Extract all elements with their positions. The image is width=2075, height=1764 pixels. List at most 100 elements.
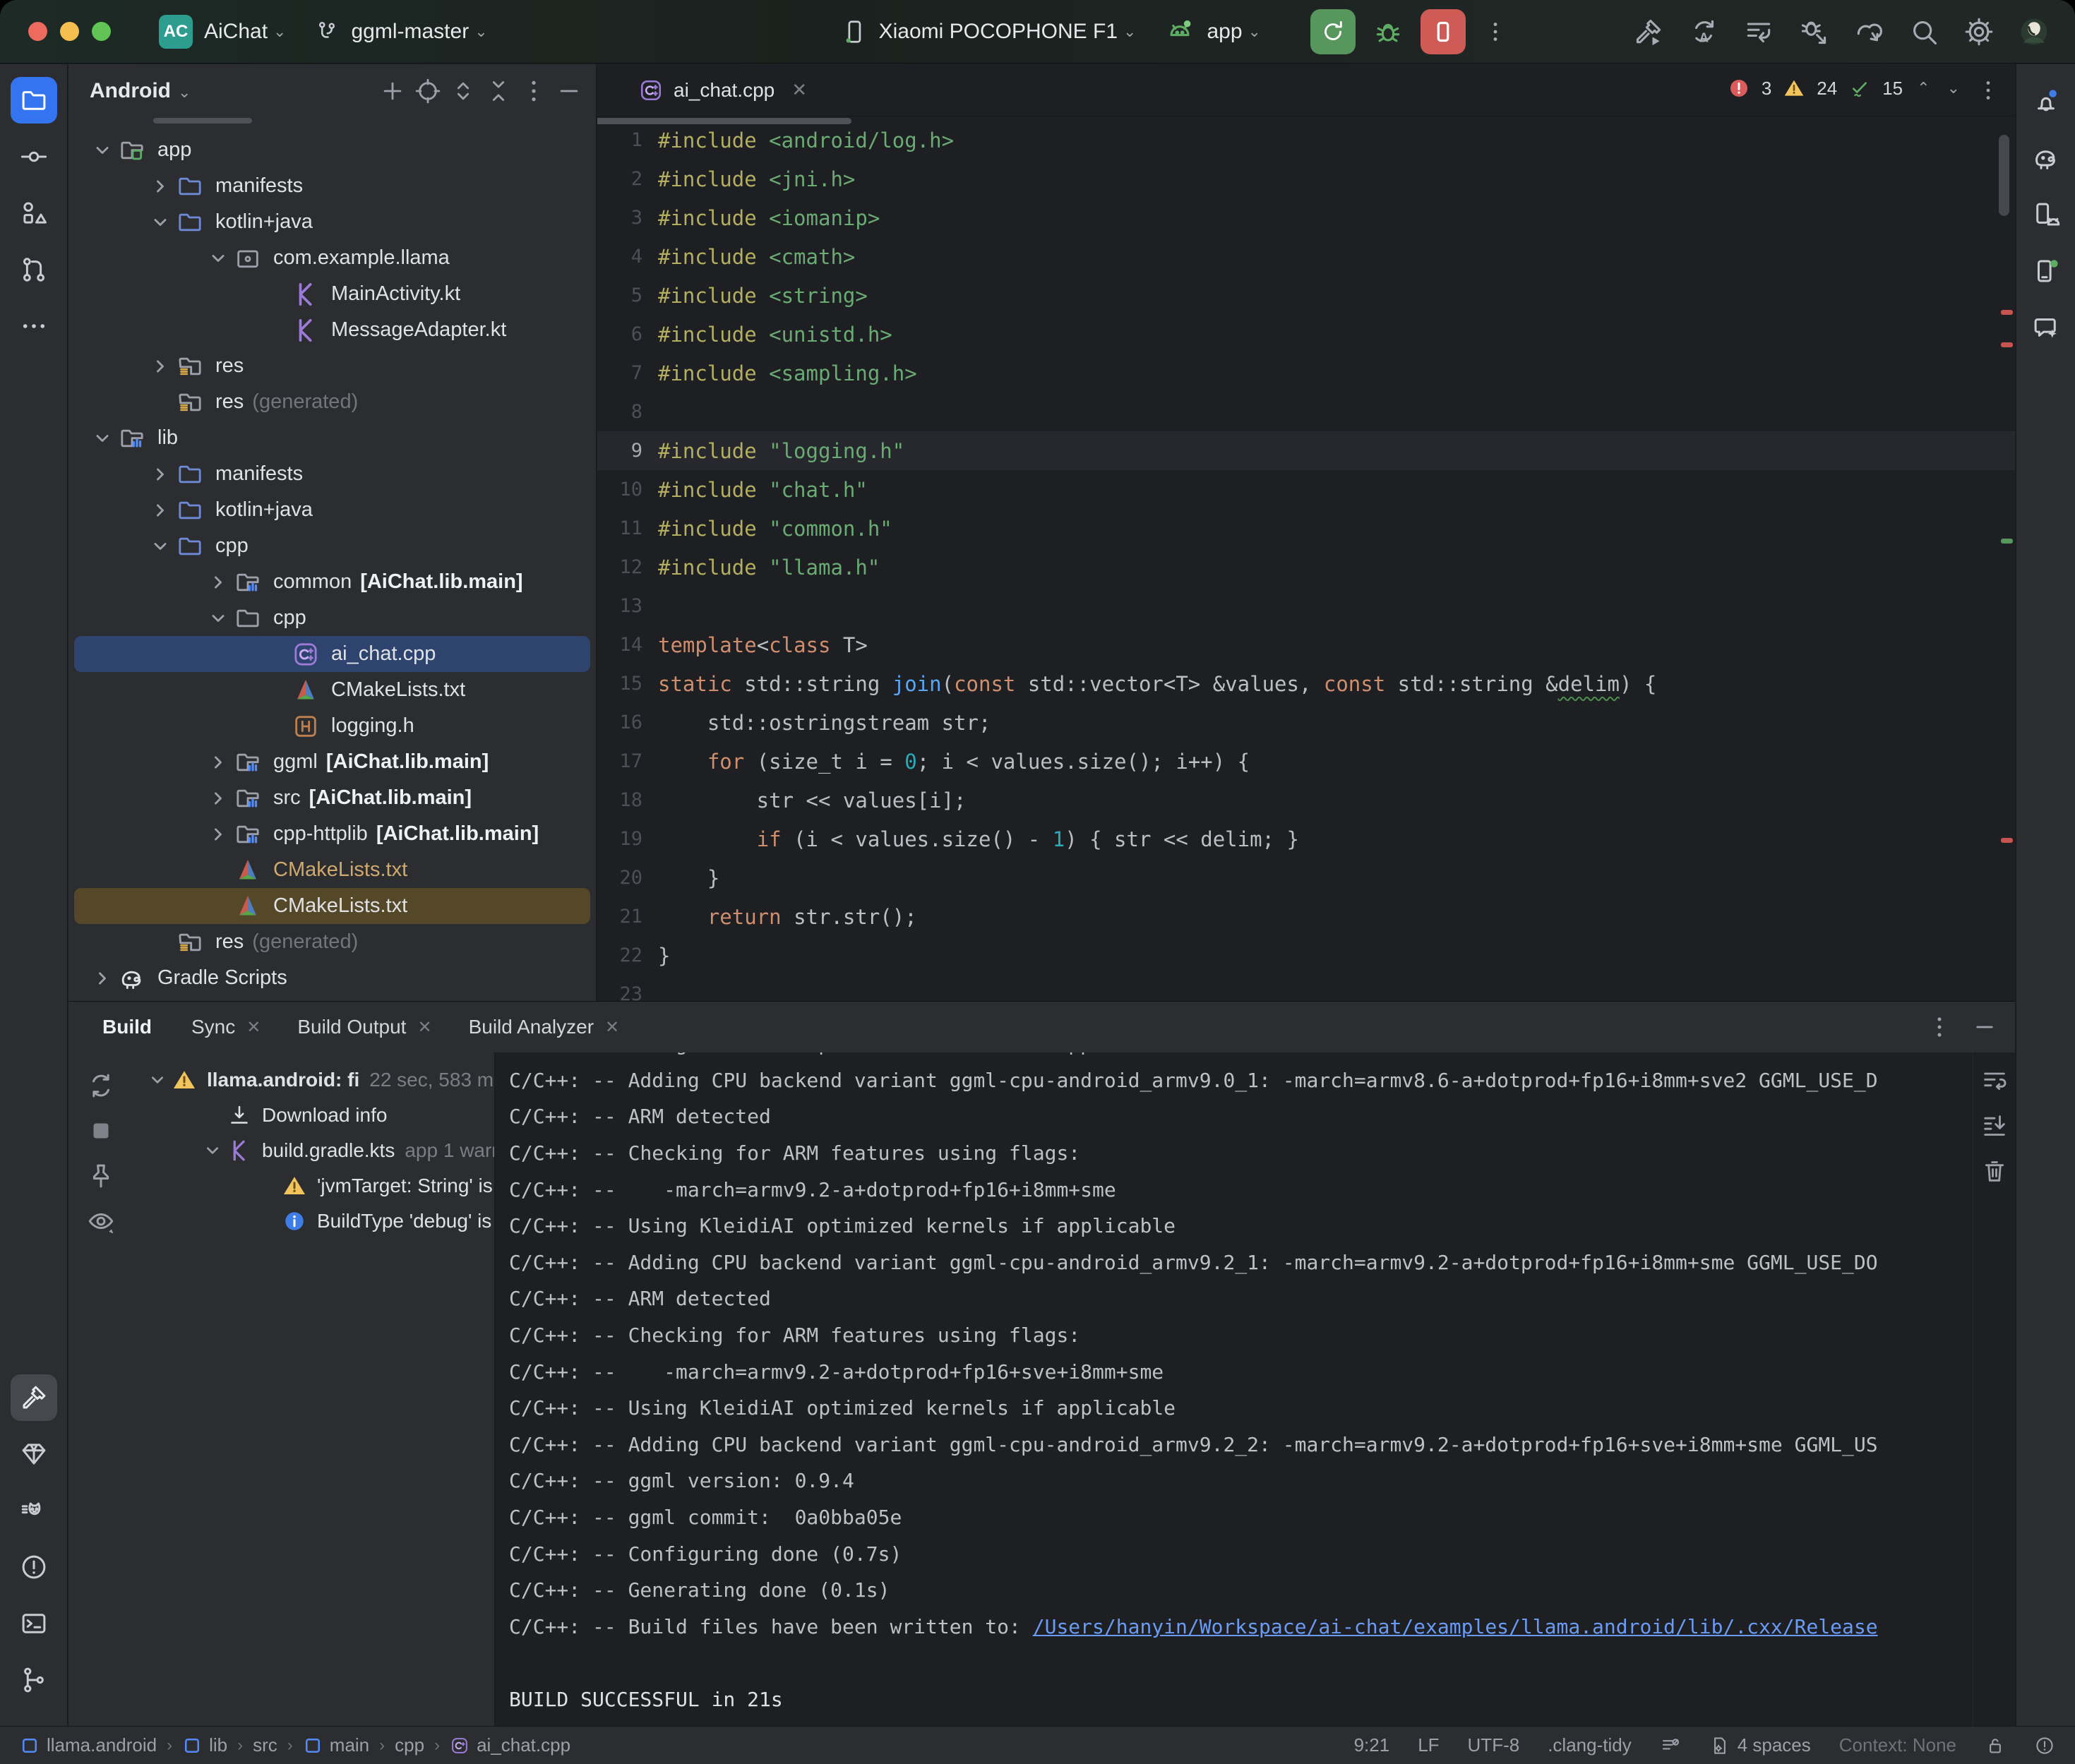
- tree-item-cpp[interactable]: cpp: [74, 528, 590, 564]
- tab-build-analyzer[interactable]: Build Analyzer✕: [469, 1016, 620, 1038]
- code-area[interactable]: 1#include <android/log.h>2#include <jni.…: [597, 116, 2015, 1001]
- code-line-11[interactable]: 11#include "common.h": [597, 509, 2015, 548]
- settings-icon[interactable]: [1963, 16, 1995, 47]
- code-line-21[interactable]: 21 return str.str();: [597, 897, 2015, 936]
- notifications-button[interactable]: [2023, 78, 2069, 125]
- tab-build-output[interactable]: Build Output✕: [297, 1016, 431, 1038]
- hide-panel-button[interactable]: [1971, 1014, 1998, 1040]
- chevron-down-icon[interactable]: [145, 210, 176, 234]
- close-icon[interactable]: ✕: [417, 1017, 431, 1038]
- clear-icon[interactable]: [1980, 1157, 2009, 1185]
- app-quality-insights-button[interactable]: [11, 1431, 57, 1477]
- code-line-10[interactable]: 10#include "chat.h": [597, 470, 2015, 509]
- code-line-16[interactable]: 16 std::ostringstream str;: [597, 703, 2015, 742]
- code-line-15[interactable]: 15static std::string join(const std::vec…: [597, 664, 2015, 703]
- tree-item-res[interactable]: res: [74, 348, 590, 384]
- tree-item-lib[interactable]: lib: [74, 420, 590, 456]
- error-stripe-mark[interactable]: [2001, 310, 2013, 315]
- refresh-icon[interactable]: [86, 1071, 116, 1100]
- error-stripe-mark[interactable]: [2001, 539, 2013, 544]
- chevron-down-icon[interactable]: [203, 606, 234, 630]
- vertical-scrollbar[interactable]: [1999, 135, 2009, 216]
- tab-ai-chat-cpp[interactable]: ai_chat.cpp ✕: [638, 78, 807, 103]
- next-problem-button[interactable]: ⌄: [1944, 79, 1963, 97]
- stop-square-icon[interactable]: [86, 1116, 116, 1146]
- build-tree-item[interactable]: BuildType 'debug' is both de: [133, 1204, 494, 1239]
- file-encoding[interactable]: UTF-8: [1468, 1734, 1520, 1756]
- build-options-button[interactable]: [1926, 1014, 1953, 1040]
- code-line-1[interactable]: 1#include <android/log.h>: [597, 121, 2015, 160]
- kebab-icon[interactable]: [520, 77, 548, 105]
- more-tools-button[interactable]: [11, 303, 57, 349]
- soft-wrap-icon[interactable]: [1980, 1067, 2009, 1095]
- tree-item-logging-h[interactable]: logging.h: [74, 708, 590, 744]
- version-control-button[interactable]: [11, 1657, 57, 1703]
- tree-item-cmakelists-txt[interactable]: CMakeLists.txt: [74, 672, 590, 708]
- eye-icon[interactable]: [86, 1206, 116, 1236]
- lock-open-icon[interactable]: [1985, 1735, 2006, 1756]
- more-run-actions-button[interactable]: [1483, 16, 1508, 47]
- pin-icon[interactable]: [86, 1161, 116, 1191]
- commit-tool-button[interactable]: [11, 133, 57, 180]
- resource-manager-button[interactable]: [11, 190, 57, 236]
- breadcrumb-item-llama-android[interactable]: llama.android: [20, 1734, 157, 1756]
- tree-item-kotlin-java[interactable]: kotlin+java: [74, 492, 590, 528]
- gemini-button[interactable]: [2023, 304, 2069, 351]
- chevron-down-icon[interactable]: [87, 138, 118, 162]
- code-line-19[interactable]: 19 if (i < values.size() - 1) { str << d…: [597, 820, 2015, 858]
- minimize-window-button[interactable]: [60, 22, 79, 41]
- build-output-lines-icon[interactable]: [1743, 16, 1774, 47]
- tree-item-src[interactable]: src[AiChat.lib.main]: [74, 780, 590, 816]
- tree-item-gradle-scripts[interactable]: Gradle Scripts: [74, 960, 590, 996]
- stop-button[interactable]: [1421, 9, 1466, 54]
- vcs-widget[interactable]: ggml-master ⌄: [314, 19, 515, 44]
- tree-item-messageadapter-kt[interactable]: MessageAdapter.kt: [74, 312, 590, 348]
- build-files-link[interactable]: /Users/hanyin/Workspace/ai-chat/examples…: [1033, 1615, 1878, 1638]
- problems-button[interactable]: [11, 1544, 57, 1590]
- chevron-right-icon[interactable]: [145, 174, 176, 198]
- tree-item-cmakelists-txt[interactable]: CMakeLists.txt: [74, 888, 590, 924]
- scroll-end-icon[interactable]: [1980, 1112, 2009, 1140]
- chevron-down-icon[interactable]: [87, 426, 118, 450]
- line-separator[interactable]: LF: [1418, 1734, 1439, 1756]
- collapse-all-icon[interactable]: [484, 77, 513, 105]
- code-line-20[interactable]: 20 }: [597, 858, 2015, 897]
- context-widget[interactable]: Context: None: [1839, 1734, 1956, 1756]
- error-stripe-mark[interactable]: [2001, 342, 2013, 347]
- code-line-7[interactable]: 7#include <sampling.h>: [597, 354, 2015, 392]
- code-line-4[interactable]: 4#include <cmath>: [597, 237, 2015, 276]
- chevron-down-icon[interactable]: [143, 1069, 172, 1091]
- tree-item-kotlin-java[interactable]: kotlin+java: [74, 204, 590, 240]
- code-line-6[interactable]: 6#include <unistd.h>: [597, 315, 2015, 354]
- chevron-down-icon[interactable]: [145, 534, 176, 558]
- code-line-5[interactable]: 5#include <string>: [597, 276, 2015, 315]
- tree-item-com-example-llama[interactable]: com.example.llama: [74, 240, 590, 276]
- tree-item-cmakelists-txt[interactable]: CMakeLists.txt: [74, 852, 590, 888]
- tree-item-mainactivity-kt[interactable]: MainActivity.kt: [74, 276, 590, 312]
- close-tab-icon[interactable]: ✕: [791, 79, 807, 101]
- bug-attach-icon[interactable]: [1798, 16, 1829, 47]
- build-panel-title[interactable]: Build: [102, 1016, 152, 1038]
- code-line-2[interactable]: 2#include <jni.h>: [597, 160, 2015, 198]
- caret-position[interactable]: 9:21: [1354, 1734, 1390, 1756]
- run-config-selector[interactable]: app ⌄: [1164, 16, 1289, 47]
- close-window-button[interactable]: [28, 22, 47, 41]
- chevron-right-icon[interactable]: [203, 750, 234, 774]
- code-line-23[interactable]: 23: [597, 975, 2015, 1001]
- build-tree-item[interactable]: build.gradle.ktsapp 1 warning: [133, 1133, 494, 1168]
- formatter-icon[interactable]: [1660, 1735, 1681, 1756]
- project-tool-button[interactable]: [11, 77, 57, 124]
- code-line-3[interactable]: 3#include <iomanip>: [597, 198, 2015, 237]
- build-tree-item[interactable]: Download info: [133, 1098, 494, 1133]
- build-tool-button[interactable]: [11, 1374, 57, 1421]
- tree-item-res[interactable]: res(generated): [74, 384, 590, 420]
- problems-status-icon[interactable]: [2034, 1735, 2055, 1756]
- code-line-22[interactable]: 22}: [597, 936, 2015, 975]
- breadcrumb-item-cpp[interactable]: cpp: [395, 1734, 424, 1756]
- indent-widget[interactable]: 4 spaces: [1709, 1734, 1811, 1756]
- sync-a-icon[interactable]: A: [1688, 16, 1719, 47]
- minus-icon[interactable]: [555, 77, 583, 105]
- expand-all-icon[interactable]: [449, 77, 477, 105]
- code-line-17[interactable]: 17 for (size_t i = 0; i < values.size();…: [597, 742, 2015, 781]
- chevron-right-icon[interactable]: [87, 966, 118, 990]
